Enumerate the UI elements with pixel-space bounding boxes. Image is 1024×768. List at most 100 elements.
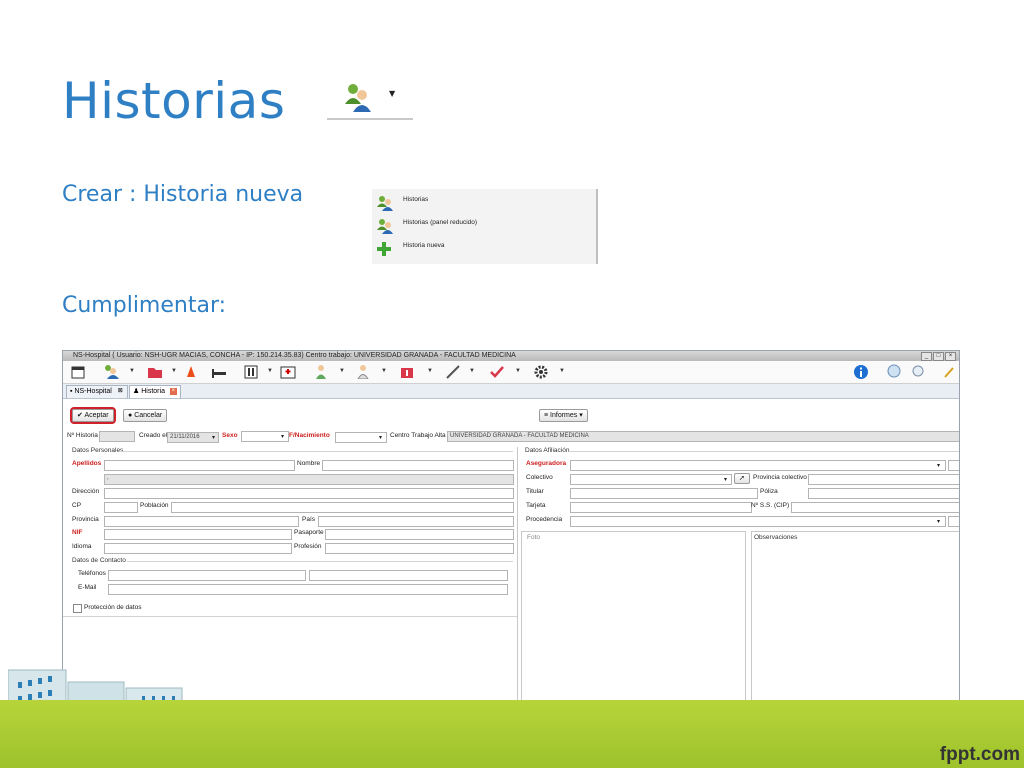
- medical-kit-icon[interactable]: [399, 364, 415, 384]
- full-name-field: ,: [104, 474, 514, 485]
- gear-icon[interactable]: [533, 364, 549, 384]
- personal-section-title: Datos Personales: [72, 447, 124, 454]
- passport-field[interactable]: [325, 529, 514, 540]
- stop-icon: ●: [128, 412, 133, 419]
- chevron-down-icon[interactable]: ▼: [559, 368, 565, 374]
- origin-select[interactable]: ▾: [570, 516, 946, 527]
- chat-icon[interactable]: [887, 364, 903, 384]
- tab-ns-hospital[interactable]: ▪ NS-Hospital ⊠: [66, 385, 128, 398]
- info-icon[interactable]: [853, 364, 869, 385]
- chevron-down-icon[interactable]: ▼: [171, 368, 177, 374]
- full-name-value: ,: [107, 475, 109, 481]
- cp-field[interactable]: [104, 502, 138, 513]
- chevron-down-icon[interactable]: ▼: [267, 368, 273, 374]
- created-value: 21/11/2016: [170, 434, 200, 440]
- photo-panel[interactable]: [521, 531, 746, 703]
- chevron-down-icon[interactable]: ▼: [469, 368, 475, 374]
- footer-brand: fppt.com: [939, 744, 1020, 765]
- alarm-icon[interactable]: [185, 364, 197, 384]
- insurer-select[interactable]: ▾: [570, 460, 946, 471]
- privacy-checkbox[interactable]: [73, 604, 82, 613]
- policy-field[interactable]: [808, 488, 959, 499]
- created-label: Creado el: [139, 432, 168, 439]
- tab-historia[interactable]: ♟ Historia ×: [129, 385, 181, 398]
- accept-button[interactable]: ✔ Aceptar: [70, 407, 116, 424]
- check-icon[interactable]: [489, 364, 505, 384]
- equipment-icon[interactable]: [243, 364, 259, 384]
- center-field[interactable]: UNIVERSIDAD GRANADA - FACULTAD MEDICINA: [447, 431, 959, 442]
- historias-toolbar-button[interactable]: ▼: [327, 78, 413, 120]
- fill-label: Cumplimentar:: [62, 293, 227, 318]
- column-divider: [517, 447, 518, 703]
- chevron-down-icon[interactable]: ▼: [381, 368, 387, 374]
- pen-icon[interactable]: [445, 364, 461, 384]
- province-field[interactable]: [104, 516, 299, 527]
- birth-field[interactable]: ▾: [335, 432, 387, 443]
- nhistoria-label: Nº Historia: [67, 432, 98, 439]
- key-icon[interactable]: [943, 364, 957, 384]
- menu-item-historia-nueva[interactable]: Historia nueva: [372, 238, 596, 261]
- tab-bar: ▪ NS-Hospital ⊠ ♟ Historia ×: [63, 384, 959, 399]
- check-circle-icon: ✔: [77, 412, 83, 419]
- address-field[interactable]: [104, 488, 514, 499]
- users-icon: [343, 82, 373, 116]
- bed-icon[interactable]: [211, 364, 227, 384]
- hospital-icon[interactable]: [279, 364, 297, 384]
- menu-item-historias-panel-reducido[interactable]: Historias (panel reducido): [372, 215, 596, 238]
- search-icon[interactable]: [911, 364, 927, 384]
- close-icon[interactable]: ×: [169, 387, 177, 395]
- menu-item-label: Historia nueva: [403, 242, 445, 249]
- menu-item-historias[interactable]: Historias: [372, 192, 596, 215]
- doctor-icon[interactable]: [315, 364, 327, 384]
- phone2-field[interactable]: [309, 570, 508, 581]
- calendar-icon[interactable]: [71, 364, 85, 384]
- affiliation-section-title: Datos Afiliación: [525, 447, 570, 454]
- card-field[interactable]: [570, 502, 752, 513]
- nif-field[interactable]: [104, 529, 292, 540]
- users-icon[interactable]: [103, 364, 119, 384]
- collective-select[interactable]: ▾: [570, 474, 732, 485]
- close-window-button[interactable]: ×: [945, 352, 956, 361]
- email-field[interactable]: [108, 584, 508, 595]
- insurer-label: Aseguradora: [526, 460, 567, 467]
- phone1-field[interactable]: [108, 570, 306, 581]
- nhistoria-field[interactable]: [99, 431, 135, 442]
- refresh-collective-button[interactable]: ➚: [734, 473, 750, 484]
- sex-select[interactable]: ▾: [241, 431, 289, 442]
- section-divider: [63, 616, 517, 617]
- holder-field[interactable]: [570, 488, 758, 499]
- profession-label: Profesión: [294, 543, 322, 550]
- maximize-button[interactable]: □: [933, 352, 944, 361]
- collective-province-label: Provincia colectivo: [753, 474, 807, 481]
- center-value: UNIVERSIDAD GRANADA - FACULTAD MEDICINA: [450, 433, 589, 439]
- nurse-icon[interactable]: [357, 364, 369, 384]
- profession-field[interactable]: [325, 543, 514, 554]
- ss-field[interactable]: [791, 502, 959, 513]
- chevron-down-icon: ▼: [389, 89, 396, 98]
- chevron-down-icon[interactable]: ▼: [515, 368, 521, 374]
- name-field[interactable]: [322, 460, 514, 471]
- reports-button[interactable]: ≡ Informes ▾: [539, 409, 588, 422]
- observations-panel[interactable]: [751, 531, 959, 703]
- chevron-down-icon[interactable]: ▼: [339, 368, 345, 374]
- close-icon[interactable]: ⊠: [117, 388, 124, 395]
- report-icon: ≡: [544, 412, 549, 419]
- folder-icon[interactable]: [147, 364, 163, 384]
- language-field[interactable]: [104, 543, 292, 554]
- town-label: Población: [140, 502, 169, 509]
- edit-insurer-button[interactable]: [948, 460, 959, 471]
- cancel-button[interactable]: ● Cancelar: [123, 409, 168, 422]
- surname1-field[interactable]: [104, 460, 295, 471]
- created-field[interactable]: 21/11/2016 ▾: [167, 432, 219, 443]
- policy-label: Póliza: [760, 488, 778, 495]
- plus-icon: [376, 241, 392, 260]
- minimize-button[interactable]: _: [921, 352, 932, 361]
- chevron-down-icon[interactable]: ▼: [427, 368, 433, 374]
- edit-origin-button[interactable]: [948, 516, 959, 527]
- chevron-down-icon[interactable]: ▼: [129, 368, 135, 374]
- country-field[interactable]: [318, 516, 514, 527]
- collective-province-field[interactable]: [808, 474, 959, 485]
- town-field[interactable]: [171, 502, 514, 513]
- sex-label: Sexo: [222, 432, 238, 439]
- footer-ground: [0, 700, 1024, 768]
